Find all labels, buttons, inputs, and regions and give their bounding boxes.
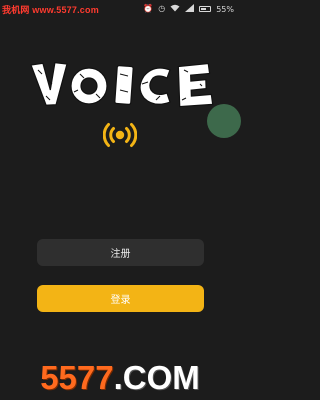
floating-assistive-ball[interactable]: [207, 104, 241, 138]
clock-icon: ◷: [158, 4, 166, 13]
signal-icon: [185, 4, 195, 14]
login-button[interactable]: 登录: [37, 285, 204, 312]
watermark-domain: .COM: [113, 359, 200, 396]
voice-logo: [30, 60, 214, 108]
watermark-top: 我机网 www.5577.com: [2, 5, 99, 15]
battery-percent: 55%: [216, 4, 234, 14]
battery-icon: [199, 6, 212, 12]
alarm-icon: ⏰: [143, 4, 154, 13]
wifi-icon: [170, 4, 180, 14]
broadcast-icon: [102, 122, 138, 148]
watermark-number: 5577: [40, 359, 114, 396]
register-button[interactable]: 注册: [37, 239, 204, 266]
watermark-bottom: 5577 .COM: [0, 356, 240, 400]
